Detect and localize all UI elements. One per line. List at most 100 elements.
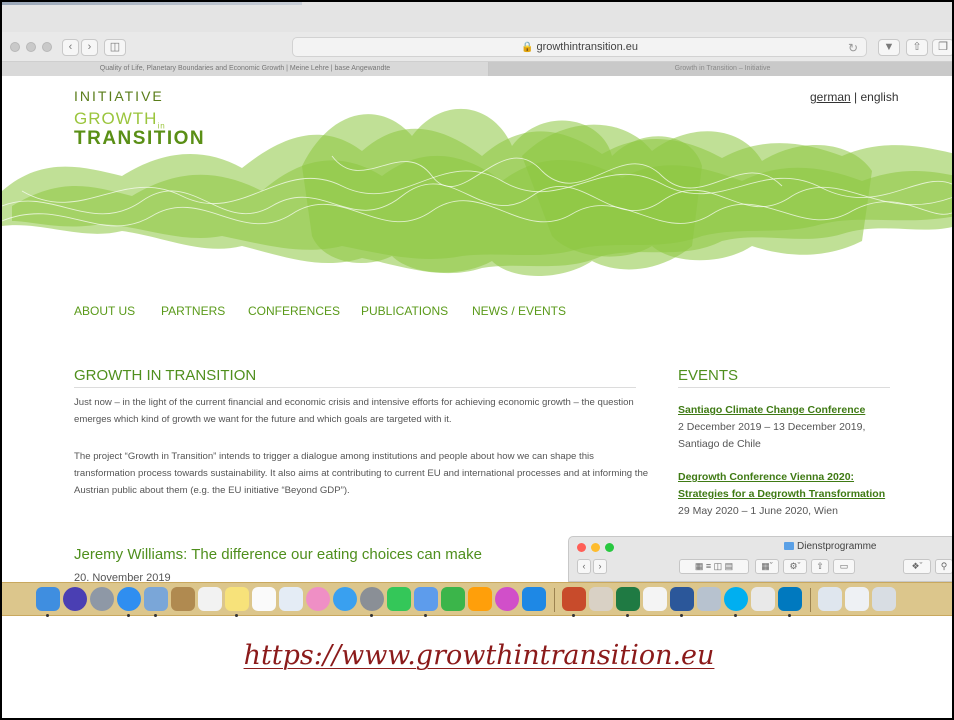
- finder-forward-icon[interactable]: ›: [593, 559, 607, 574]
- messages-app-icon[interactable]: [333, 587, 357, 611]
- forward-icon[interactable]: ›: [81, 39, 98, 56]
- nav-conferences[interactable]: CONFERENCES: [248, 304, 340, 318]
- language-switcher: german | english: [810, 90, 899, 104]
- photos-app-icon[interactable]: [306, 587, 330, 611]
- slide-frame: ‹ › ◫ 🔒 growthintransition.eu ↻ ▼ ⇧ ❐ Qua…: [0, 0, 954, 720]
- running-indicator: [154, 614, 157, 617]
- siri-app-icon[interactable]: [63, 587, 87, 611]
- app-icon-16[interactable]: [751, 587, 775, 611]
- view-mode-icons[interactable]: ▦ ≡ ◫ ▤: [679, 559, 749, 574]
- finder-zoom-button[interactable]: [605, 543, 614, 552]
- minimize-window-button[interactable]: [26, 42, 36, 52]
- document-stack-icon[interactable]: [818, 587, 842, 611]
- system-preferences-icon[interactable]: [360, 587, 384, 611]
- lock-icon: 🔒: [521, 42, 534, 53]
- safari-app-icon[interactable]: [117, 587, 141, 611]
- event-link-santiago[interactable]: Santiago Climate Change Conference: [678, 404, 865, 416]
- url-caption[interactable]: https://www.growthintransition.eu: [2, 640, 952, 671]
- url-text: growthintransition.eu: [536, 41, 638, 53]
- reload-icon[interactable]: ↻: [848, 39, 858, 57]
- skype-app-icon[interactable]: [724, 587, 748, 611]
- nav-publications[interactable]: PUBLICATIONS: [361, 304, 448, 318]
- page-title: GROWTH IN TRANSITION: [74, 367, 257, 384]
- group-icon[interactable]: ▦ˇ: [755, 559, 779, 574]
- events-divider: [678, 387, 890, 388]
- nav-news-events[interactable]: NEWS / EVENTS: [472, 304, 566, 318]
- word-app-icon[interactable]: [670, 587, 694, 611]
- mail-app-icon[interactable]: [144, 587, 168, 611]
- tab-growth-in-transition[interactable]: Growth in Transition – Initiative: [489, 62, 952, 76]
- calendar-app-icon[interactable]: [198, 587, 222, 611]
- events-heading: EVENTS: [678, 367, 739, 384]
- dropbox-icon[interactable]: ❖ˇ: [903, 559, 931, 574]
- keychain-app-icon[interactable]: [589, 587, 613, 611]
- zoom-window-button[interactable]: [42, 42, 52, 52]
- tab-meine-lehre[interactable]: Quality of Life, Planetary Boundaries an…: [2, 62, 489, 76]
- finder-window: Dienstprogramme ‹ › ▦ ≡ ◫ ▤ ▦ˇ ⚙ˇ ⇧ ▭ ❖ˇ…: [568, 536, 952, 582]
- tabs-overview-icon[interactable]: ❐: [932, 39, 952, 56]
- itunes-app-icon[interactable]: [495, 587, 519, 611]
- preview-app-icon[interactable]: [414, 587, 438, 611]
- logo-initiative: INITIATIVE: [74, 88, 164, 104]
- sidebar-icon[interactable]: ◫: [104, 39, 126, 56]
- intro-paragraph: Just now – in the light of the current f…: [74, 397, 634, 425]
- browser-chrome: ‹ › ◫ 🔒 growthintransition.eu ↻ ▼ ⇧ ❐ Qua…: [2, 2, 952, 76]
- downloads-stack-icon[interactable]: [845, 587, 869, 611]
- trash-icon[interactable]: [872, 587, 896, 611]
- running-indicator: [788, 614, 791, 617]
- running-indicator: [370, 614, 373, 617]
- title-divider: [74, 387, 636, 388]
- keynote-app-icon[interactable]: [468, 587, 492, 611]
- news-date: 20. November 2019: [74, 572, 171, 582]
- finder-search-icon[interactable]: ⚲: [935, 559, 952, 574]
- finder-minimize-button[interactable]: [591, 543, 600, 552]
- dock-separator-2: [810, 588, 811, 612]
- maps-app-icon[interactable]: [279, 587, 303, 611]
- event-link-degrowth-line1[interactable]: Degrowth Conference Vienna 2020:: [678, 471, 854, 483]
- project-paragraph: The project “Growth in Transition” inten…: [74, 451, 649, 496]
- running-indicator: [127, 614, 130, 617]
- event-place-santiago: Santiago de Chile: [678, 438, 761, 450]
- image-capture-icon[interactable]: [697, 587, 721, 611]
- notes-app-icon[interactable]: [225, 587, 249, 611]
- app-store-icon[interactable]: [522, 587, 546, 611]
- back-icon[interactable]: ‹: [62, 39, 79, 56]
- running-indicator: [680, 614, 683, 617]
- running-indicator: [235, 614, 238, 617]
- nav-partners[interactable]: PARTNERS: [161, 304, 225, 318]
- launchpad-app-icon[interactable]: [90, 587, 114, 611]
- tags-icon[interactable]: ▭: [833, 559, 855, 574]
- address-bar[interactable]: 🔒 growthintransition.eu ↻: [292, 37, 867, 57]
- finder-close-button[interactable]: [577, 543, 586, 552]
- app-icon-12[interactable]: [643, 587, 667, 611]
- reminders-app-icon[interactable]: [252, 587, 276, 611]
- logo-growth: GROWTHin: [74, 109, 166, 131]
- running-indicator: [734, 614, 737, 617]
- event-date-degrowth: 29 May 2020 – 1 June 2020, Wien: [678, 505, 838, 517]
- event-link-degrowth-line2[interactable]: Strategies for a Degrowth Transformation: [678, 488, 885, 500]
- trello-app-icon[interactable]: [778, 587, 802, 611]
- lang-german-link[interactable]: german: [810, 90, 851, 104]
- close-window-button[interactable]: [10, 42, 20, 52]
- site-logo[interactable]: INITIATIVE GROWTHin TRANSITION: [74, 88, 205, 150]
- finder-back-icon[interactable]: ‹: [577, 559, 591, 574]
- finder-app-icon[interactable]: [36, 587, 60, 611]
- facetime-app-icon[interactable]: [387, 587, 411, 611]
- lang-english-link[interactable]: english: [860, 90, 898, 104]
- powerpoint-app-icon[interactable]: [562, 587, 586, 611]
- running-indicator: [424, 614, 427, 617]
- share-icon[interactable]: ⇧: [906, 39, 928, 56]
- contacts-app-icon[interactable]: [171, 587, 195, 611]
- news-headline[interactable]: Jeremy Williams: The difference our eati…: [74, 546, 482, 563]
- excel-app-icon[interactable]: [616, 587, 640, 611]
- folder-icon: [784, 542, 794, 550]
- nav-about-us[interactable]: ABOUT US: [74, 304, 135, 318]
- numbers-app-icon[interactable]: [441, 587, 465, 611]
- browser-toolbar: ‹ › ◫ 🔒 growthintransition.eu ↻ ▼ ⇧ ❐: [2, 32, 952, 62]
- action-gear-icon[interactable]: ⚙ˇ: [783, 559, 807, 574]
- downloads-icon[interactable]: ▼: [878, 39, 900, 56]
- event-date-santiago: 2 December 2019 – 13 December 2019,: [678, 421, 866, 433]
- dock-separator: [554, 588, 555, 612]
- macos-dock: [2, 582, 952, 617]
- finder-share-icon[interactable]: ⇧: [811, 559, 829, 574]
